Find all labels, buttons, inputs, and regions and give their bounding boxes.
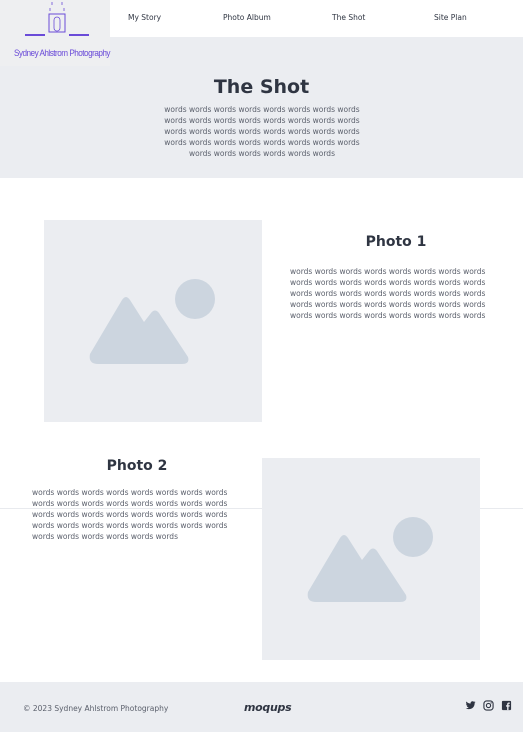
instagram-icon[interactable] (483, 700, 494, 711)
photo-2-title: Photo 2 (106, 458, 168, 474)
hero-description: words words words words words words word… (164, 105, 360, 158)
facebook-icon[interactable] (501, 700, 512, 711)
brand-logo[interactable]: moqups (244, 701, 292, 714)
image-placeholder-icon (307, 517, 433, 602)
nav-item-the-shot[interactable]: The Shot (332, 13, 365, 22)
twitter-icon[interactable] (465, 700, 476, 711)
camera-logo-icon (25, 2, 89, 36)
logo-text: Sydney Ahlstrom Photography (14, 48, 110, 59)
photo-1-image (44, 220, 262, 422)
photo-1-title: Photo 1 (365, 234, 427, 250)
photo-2-image (262, 458, 480, 660)
nav-item-my-story[interactable]: My Story (128, 13, 161, 22)
site-footer: © 2023 Sydney Ahlstrom Photography moqup… (0, 682, 523, 732)
nav-item-photo-album[interactable]: Photo Album (223, 13, 271, 22)
logo[interactable]: Sydney Ahlstrom Photography (0, 0, 110, 66)
page-title: The Shot (213, 76, 310, 98)
copyright-text: © 2023 Sydney Ahlstrom Photography (23, 704, 169, 713)
site-header: Sydney Ahlstrom Photography My Story Pho… (0, 0, 523, 66)
photo-2-description: words words words words words words word… (32, 488, 228, 541)
nav-item-site-plan[interactable]: Site Plan (434, 13, 467, 22)
photo-1-description: words words words words words words word… (290, 267, 486, 320)
image-placeholder-icon (89, 279, 215, 364)
